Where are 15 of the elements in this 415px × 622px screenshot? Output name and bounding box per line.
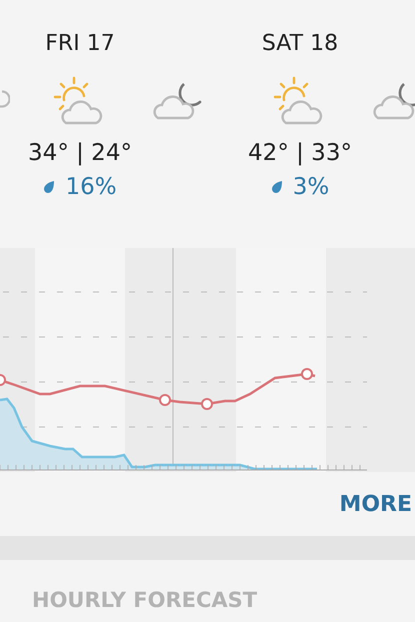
- section-title: HOURLY FORECAST: [31, 588, 258, 612]
- day-label: FRI 17: [45, 30, 115, 58]
- raindrop-icon: [270, 180, 283, 194]
- high-low-temperature: 42° | 33°: [248, 139, 352, 168]
- more-link[interactable]: MORE: [339, 492, 415, 516]
- precipitation-chance: 3%: [292, 173, 330, 202]
- cloud-icon: [0, 90, 10, 108]
- temperature-point: [0, 374, 6, 386]
- temperature-point: [159, 394, 171, 406]
- temperature-point: [201, 398, 213, 410]
- high-low-temperature: 34° | 24°: [28, 139, 132, 168]
- precipitation-chance: 16%: [65, 173, 117, 202]
- day-label: SAT 18: [262, 30, 338, 58]
- raindrop-icon: [43, 180, 56, 194]
- temperature-point: [301, 368, 313, 380]
